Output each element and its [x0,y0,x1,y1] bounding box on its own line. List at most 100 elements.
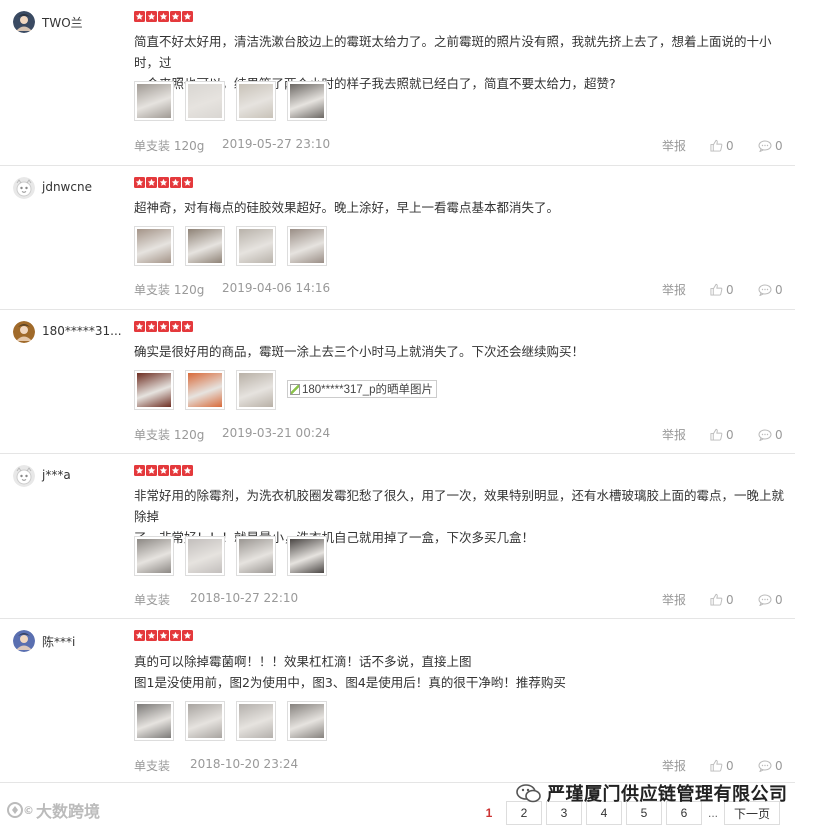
comment-button[interactable]: 0 [758,428,783,442]
username[interactable]: j***a [42,468,71,482]
report-link[interactable]: 举报 [662,757,710,774]
comment-button[interactable]: 0 [758,283,783,297]
review-actions: 举报 0 0 [662,426,783,443]
review-image [188,229,222,263]
username[interactable]: 陈***i [42,633,75,650]
star-icon [146,11,157,22]
comment-icon [758,594,772,606]
review-image [137,373,171,407]
review-image-thumbnail[interactable] [134,370,174,410]
star-rating [134,465,193,476]
like-button[interactable]: 0 [710,593,758,607]
star-rating [134,630,193,641]
avatar[interactable] [13,465,35,487]
comment-icon [758,284,772,296]
star-icon [170,321,181,332]
review-image-thumbnail[interactable] [185,536,225,576]
watermark-left: © 大数跨境 [6,798,100,822]
thumbs-up-icon [710,139,723,152]
broken-image-icon [290,383,300,395]
review-actions: 举报 0 0 [662,591,783,608]
review-text: 超神奇，对有梅点的硅胶效果超好。晚上涂好，早上一看霉点基本都消失了。 [134,197,789,218]
svg-text:©: © [23,804,34,817]
avatar[interactable] [13,630,35,652]
review-image-thumbnail[interactable] [236,226,276,266]
review-image-thumbnail[interactable] [287,226,327,266]
review-images [134,226,327,266]
report-link[interactable]: 举报 [662,591,710,608]
review-image-thumbnail[interactable] [236,370,276,410]
username[interactable]: jdnwcne [42,180,92,194]
like-button[interactable]: 0 [710,759,758,773]
avatar[interactable] [13,321,35,343]
review-text-line: 超神奇，对有梅点的硅胶效果超好。晚上涂好，早上一看霉点基本都消失了。 [134,200,560,215]
review-meta: 单支装 120g 2019-05-27 23:10 [134,137,334,154]
comment-icon [758,760,772,772]
avatar[interactable] [13,11,35,33]
watermark-left-text: 大数跨境 [36,802,101,821]
review-image-thumbnail[interactable] [134,226,174,266]
like-button[interactable]: 0 [710,139,758,153]
review-image [239,373,273,407]
star-icon [158,630,169,641]
review-image-thumbnail[interactable] [185,81,225,121]
comment-button[interactable]: 0 [758,139,783,153]
review-image-thumbnail[interactable] [134,701,174,741]
star-icon [182,630,193,641]
username[interactable]: 180*****31... [42,324,122,338]
star-icon [158,177,169,188]
username[interactable]: TWO兰 [42,14,83,31]
star-icon [170,465,181,476]
star-icon [134,11,145,22]
star-icon [170,177,181,188]
review-date: 2019-05-27 23:10 [222,137,331,151]
page-current[interactable]: 1 [472,801,506,825]
thumbs-up-icon [710,759,723,772]
review-image-thumbnail[interactable] [287,81,327,121]
review-image [137,84,171,118]
like-button[interactable]: 0 [710,283,758,297]
watermark-right: 严瑾厦门供应链管理有限公司 [515,780,788,806]
review-actions: 举报 0 0 [662,281,783,298]
report-link[interactable]: 举报 [662,426,710,443]
review-image [137,229,171,263]
review-image [290,84,324,118]
broken-image-placeholder[interactable]: 180*****317_p的晒单图片 [287,380,438,398]
review-image-thumbnail[interactable] [185,226,225,266]
review-text: 真的可以除掉霉菌啊！！！效果杠杠滴！话不多说，直接上图 图1是没使用前，图2为使用… [134,651,789,693]
star-icon [182,11,193,22]
review-date: 2018-10-20 23:24 [190,757,299,771]
comment-button[interactable]: 0 [758,593,783,607]
review-image [239,539,273,573]
like-count: 0 [726,138,734,153]
review-image-thumbnail[interactable] [287,701,327,741]
report-link[interactable]: 举报 [662,137,710,154]
review-image-thumbnail[interactable] [134,81,174,121]
like-count: 0 [726,282,734,297]
review-item: j***a 非常好用的除霉剂，为洗衣机胶圈发霉犯愁了很久，用了一次，效果特别明显，… [0,454,795,619]
star-icon [158,321,169,332]
star-icon [146,321,157,332]
review-image [137,539,171,573]
report-link[interactable]: 举报 [662,281,710,298]
broken-image-alt-text: 180*****317_p的晒单图片 [302,384,434,396]
review-item: 180*****31... 确实是很好用的商品，霉斑一涂上去三个小时马上就消失了。… [0,310,795,454]
comment-button[interactable]: 0 [758,759,783,773]
review-image-thumbnail[interactable] [236,701,276,741]
review-image-thumbnail[interactable] [134,536,174,576]
avatar[interactable] [13,177,35,199]
brand-logo-icon: © [7,802,34,818]
comment-count: 0 [775,758,783,773]
review-image-thumbnail[interactable] [236,81,276,121]
like-button[interactable]: 0 [710,428,758,442]
star-rating [134,11,193,22]
comment-icon [758,140,772,152]
comment-icon [758,429,772,441]
review-image-thumbnail[interactable] [236,536,276,576]
star-icon [158,11,169,22]
star-rating [134,177,193,188]
review-image-thumbnail[interactable] [185,701,225,741]
review-image [290,704,324,738]
review-image-thumbnail[interactable] [185,370,225,410]
review-image-thumbnail[interactable] [287,536,327,576]
